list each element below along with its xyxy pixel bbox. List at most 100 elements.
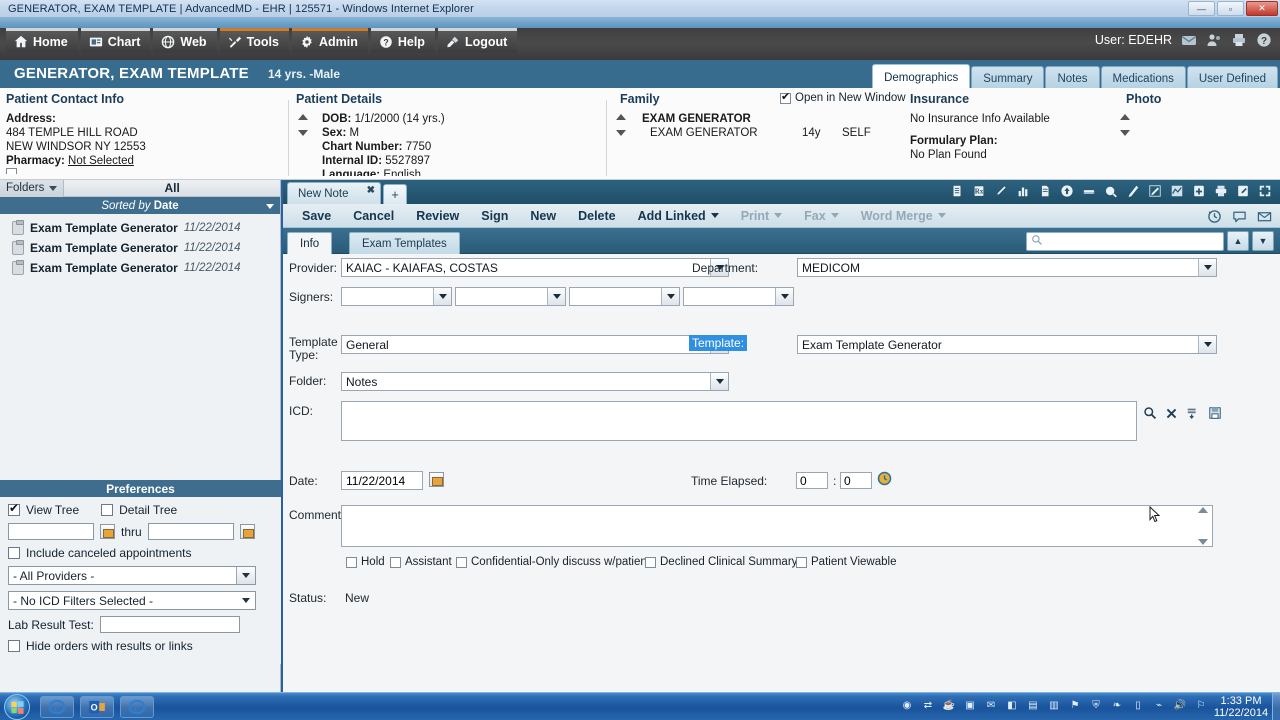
java-icon[interactable]: ☕	[942, 698, 956, 712]
shield-icon[interactable]: ⛨	[1089, 698, 1103, 712]
folder-select[interactable]: Notes	[341, 372, 729, 391]
cancel-button[interactable]: Cancel	[342, 209, 405, 223]
print-menu[interactable]: Print	[730, 209, 793, 223]
document-icon[interactable]	[1037, 183, 1052, 198]
signer-select-3[interactable]	[569, 287, 680, 306]
time-hours-input[interactable]: 0	[796, 472, 828, 489]
add-linked-menu[interactable]: Add Linked	[627, 209, 730, 223]
new-button[interactable]: New	[519, 209, 567, 223]
add-tab-button[interactable]: +	[383, 184, 407, 204]
network2-icon[interactable]: ⌁	[1152, 698, 1166, 712]
confidential-checkbox[interactable]	[456, 556, 467, 568]
chevron-down-icon[interactable]	[1119, 130, 1130, 136]
fullscreen-icon[interactable]	[1257, 183, 1272, 198]
windows-start-icon[interactable]	[4, 694, 30, 720]
time-minutes-input[interactable]: 0	[840, 472, 872, 489]
app-icon[interactable]: ▣	[963, 698, 977, 712]
nav-item-chart[interactable]: Chart	[80, 28, 151, 53]
photo-scroll-spinner[interactable]	[1118, 114, 1131, 136]
family-scroll-spinner[interactable]	[614, 114, 627, 136]
printer-icon[interactable]	[1231, 32, 1247, 48]
icd-input[interactable]	[341, 401, 1137, 441]
history-icon[interactable]	[1206, 208, 1222, 224]
taskbar-button-internet-explorer[interactable]: e	[40, 696, 74, 718]
template-select[interactable]: Exam Template Generator	[797, 335, 1217, 354]
review-button[interactable]: Review	[405, 209, 470, 223]
pharmacy-value-link[interactable]: Not Selected	[68, 155, 134, 167]
icd-filters-select[interactable]: - No ICD Filters Selected -	[8, 591, 256, 610]
mail-icon[interactable]: ✉	[984, 698, 998, 712]
image-icon[interactable]: ▤	[1026, 698, 1040, 712]
contact-extra-checkbox[interactable]	[6, 168, 17, 174]
tab-exam-templates[interactable]: Exam Templates	[349, 232, 460, 254]
apple-search-icon[interactable]	[1103, 183, 1118, 198]
open-new-window-checkbox[interactable]	[780, 90, 791, 104]
delete-button[interactable]: Delete	[567, 209, 627, 223]
maximize-button[interactable]: ▫	[1217, 1, 1244, 16]
tab-summary[interactable]: Summary	[971, 66, 1045, 90]
providers-select[interactable]: - All Providers -	[8, 566, 256, 585]
tab-medications[interactable]: Medications	[1100, 66, 1186, 90]
nav-up-button[interactable]: ▲	[1227, 231, 1249, 251]
folders-dropdown[interactable]: Folders	[0, 179, 65, 197]
date-to-input[interactable]	[147, 523, 234, 540]
detail-tree-checkbox[interactable]	[101, 504, 114, 516]
nav-item-home[interactable]: Home	[6, 28, 78, 53]
mail-icon[interactable]	[1181, 32, 1197, 48]
close-icon[interactable]: ✖	[367, 185, 375, 196]
search-icon[interactable]	[1143, 406, 1157, 425]
show-desktop-button[interactable]	[1272, 693, 1280, 720]
chevron-down-icon[interactable]	[266, 204, 274, 209]
chevron-up-icon[interactable]	[1198, 507, 1208, 513]
lab-result-input[interactable]	[99, 616, 240, 633]
volume-icon[interactable]: 🔊	[1173, 698, 1187, 712]
people-icon[interactable]	[1206, 32, 1222, 48]
taskbar-button-outlook[interactable]: O	[80, 696, 114, 718]
taskbar-button-internet-explorer-window[interactable]: e	[120, 696, 154, 718]
list-item[interactable]: Exam Template Generator 11/22/2014	[0, 238, 280, 258]
sort-bar[interactable]: Sorted by Date	[0, 197, 280, 214]
declined-summary-checkbox[interactable]	[645, 556, 656, 568]
printer-icon[interactable]	[1213, 183, 1228, 198]
vitals-icon[interactable]	[1169, 183, 1184, 198]
rx-icon[interactable]: Rx	[971, 183, 986, 198]
close-button[interactable]: ✕	[1246, 1, 1278, 16]
save-icon[interactable]	[1208, 406, 1222, 425]
calendar-icon[interactable]	[100, 524, 115, 539]
media-icon[interactable]: ▥	[1047, 698, 1061, 712]
document-tab-new-note[interactable]: New Note ✖	[287, 182, 381, 204]
outlook-icon[interactable]: ◧	[1005, 698, 1019, 712]
bed-icon[interactable]	[1081, 183, 1096, 198]
clock-icon[interactable]	[877, 471, 892, 491]
chevron-down-icon[interactable]	[297, 130, 308, 136]
edit-icon[interactable]	[1235, 183, 1250, 198]
folder-all-label[interactable]: All	[64, 181, 280, 195]
tab-notes[interactable]: Notes	[1045, 66, 1100, 90]
ruler-icon[interactable]	[1147, 183, 1162, 198]
nav-item-logout[interactable]: Logout	[437, 28, 518, 53]
chevron-up-icon[interactable]	[615, 114, 626, 120]
hide-orders-checkbox[interactable]	[8, 640, 20, 652]
tab-user-defined[interactable]: User Defined	[1186, 66, 1278, 90]
list-item[interactable]: Exam Template Generator 11/22/2014	[0, 218, 280, 238]
syringe-icon[interactable]	[1125, 183, 1140, 198]
note-icon[interactable]	[949, 183, 964, 198]
fax-menu[interactable]: Fax	[793, 209, 850, 223]
comment-scroll[interactable]	[1195, 507, 1211, 545]
battery-icon[interactable]: ▯	[1131, 698, 1145, 712]
date-from-input[interactable]	[8, 523, 94, 540]
pen-icon[interactable]	[993, 183, 1008, 198]
calendar-icon[interactable]	[239, 524, 255, 539]
chevron-up-icon[interactable]	[1119, 114, 1130, 120]
clear-x-icon[interactable]	[1165, 407, 1178, 425]
include-canceled-checkbox[interactable]	[8, 547, 20, 559]
nav-down-button[interactable]: ▼	[1252, 231, 1274, 251]
upload-icon[interactable]	[1059, 183, 1074, 198]
comment-textarea[interactable]	[341, 505, 1213, 547]
assistant-checkbox[interactable]	[390, 556, 401, 568]
comment-icon[interactable]	[1231, 208, 1247, 224]
nav-item-web[interactable]: Web	[153, 28, 217, 53]
view-tree-checkbox[interactable]	[8, 501, 20, 516]
bar-chart-icon[interactable]	[1015, 183, 1030, 198]
nvidia-icon[interactable]: ◉	[900, 698, 914, 712]
